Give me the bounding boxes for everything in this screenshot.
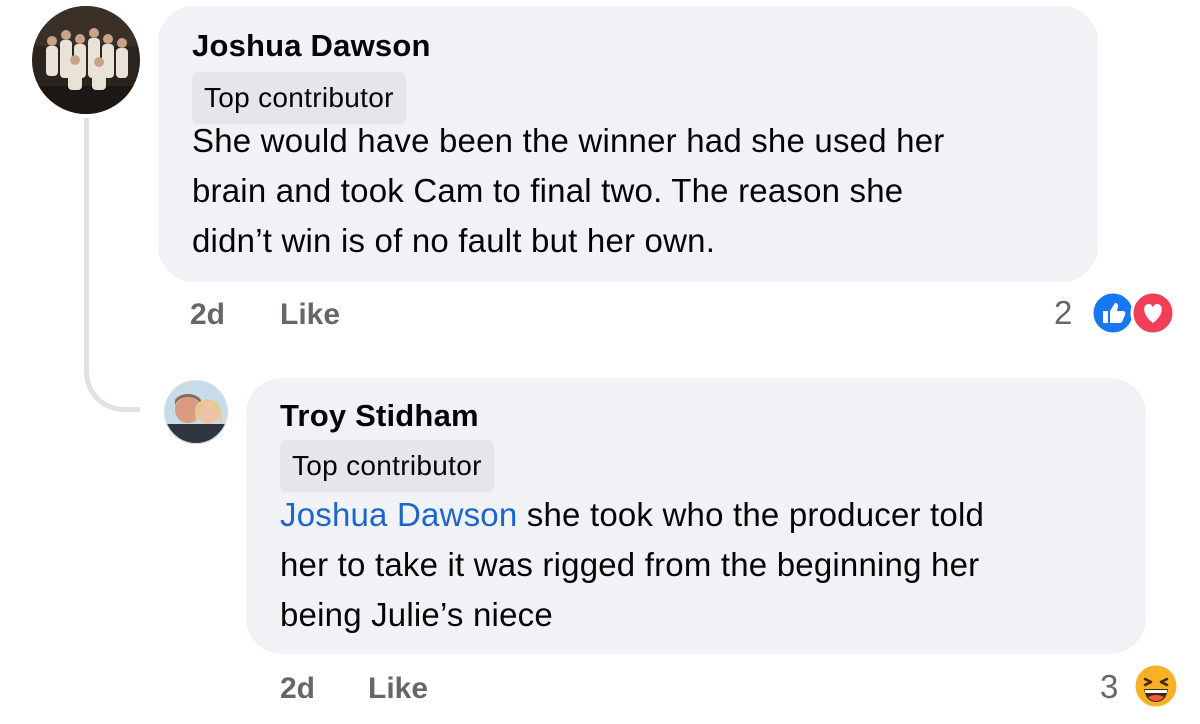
avatar[interactable] xyxy=(164,380,228,444)
comment-bubble: Troy Stidham Top contributor Joshua Daws… xyxy=(246,378,1146,654)
avatar[interactable] xyxy=(32,6,140,114)
comment-text-line: being Julie’s niece xyxy=(280,596,553,633)
mention-link[interactable]: Joshua Dawson xyxy=(280,496,517,533)
reaction-count[interactable]: 2 xyxy=(1054,294,1072,332)
comment-text-line: didn’t win is of no fault but her own. xyxy=(192,222,716,259)
comment-text-line: Joshua Dawson she took who the producer … xyxy=(280,490,984,540)
comment-author[interactable]: Joshua Dawson xyxy=(192,28,431,64)
comment-text: She would have been the winner had she u… xyxy=(192,116,944,266)
reply-thread-connector xyxy=(84,118,140,412)
comment-bubble: Joshua Dawson Top contributor She would … xyxy=(158,6,1098,282)
comment-thread: Joshua Dawson Top contributor She would … xyxy=(0,0,1200,724)
haha-reaction-icon[interactable] xyxy=(1132,662,1180,710)
top-contributor-badge: Top contributor xyxy=(280,440,494,492)
comment-author[interactable]: Troy Stidham xyxy=(280,398,479,434)
reaction-count[interactable]: 3 xyxy=(1100,668,1118,706)
comment-timestamp[interactable]: 2d xyxy=(190,298,225,332)
like-button[interactable]: Like xyxy=(280,298,340,332)
like-button[interactable]: Like xyxy=(368,672,428,706)
comment-text-line: brain and took Cam to final two. The rea… xyxy=(192,172,904,209)
comment-text-line: her to take it was rigged from the begin… xyxy=(280,546,980,583)
comment-text-line: She would have been the winner had she u… xyxy=(192,122,945,159)
comment-text: Joshua Dawson she took who the producer … xyxy=(280,490,984,640)
comment-timestamp[interactable]: 2d xyxy=(280,672,315,706)
comment-text-span: she took who the producer told xyxy=(517,496,985,533)
love-reaction-icon[interactable] xyxy=(1130,290,1176,336)
